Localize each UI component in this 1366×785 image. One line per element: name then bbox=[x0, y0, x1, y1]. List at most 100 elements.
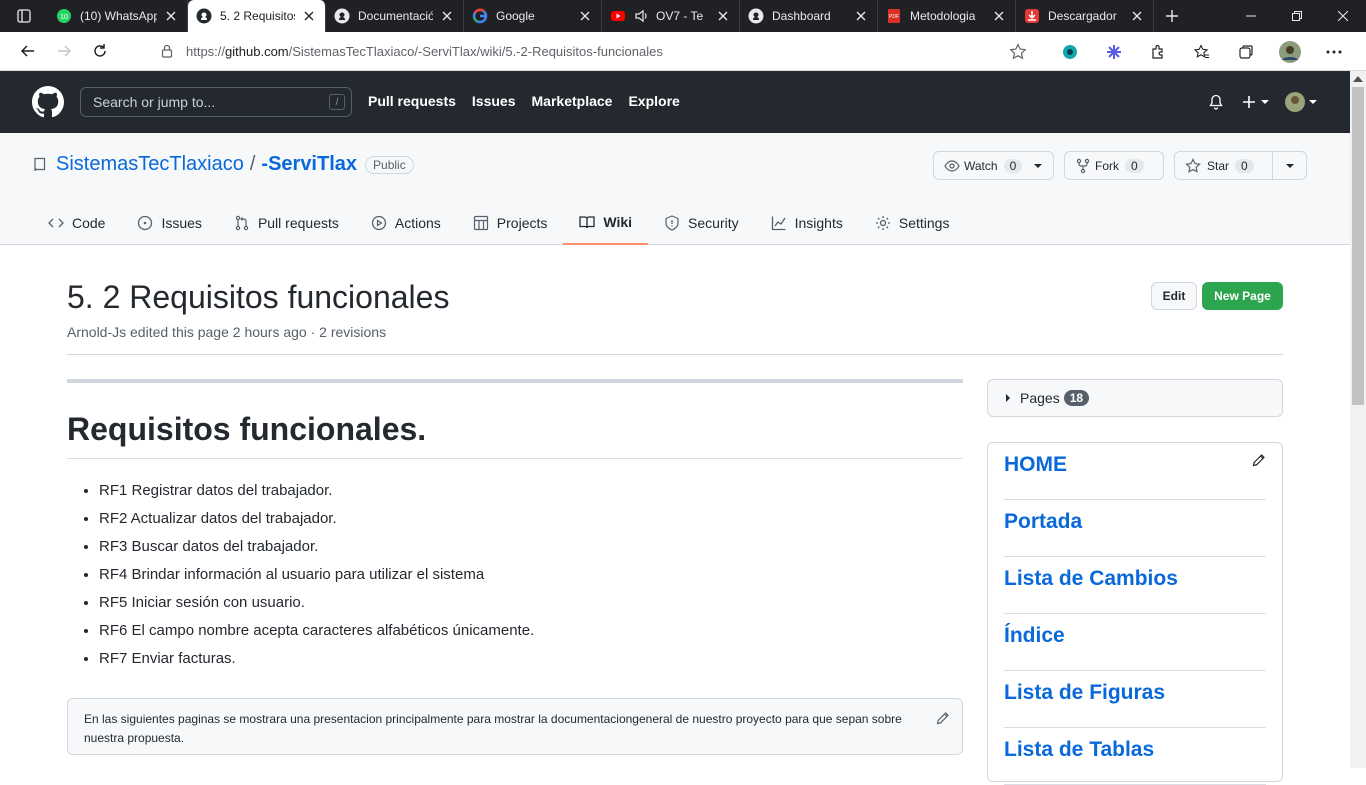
star-icon bbox=[1185, 157, 1201, 173]
nav-marketplace[interactable]: Marketplace bbox=[532, 93, 613, 109]
browser-tab[interactable]: PDF Metodologia bbox=[878, 0, 1016, 32]
github-logo-icon[interactable] bbox=[32, 86, 64, 118]
new-page-button[interactable]: New Page bbox=[1202, 282, 1283, 310]
svg-text:10: 10 bbox=[60, 14, 68, 21]
repo-name-link[interactable]: -ServiTlax bbox=[261, 153, 357, 176]
list-item: RF2 Actualizar datos del trabajador. bbox=[99, 505, 963, 533]
sidebar-link-lista-de-cambios[interactable]: Lista de Cambios bbox=[1004, 557, 1266, 614]
close-tab-icon[interactable] bbox=[301, 8, 317, 24]
github-icon bbox=[196, 8, 212, 24]
sidebar-link-lista-de-figuras[interactable]: Lista de Figuras bbox=[1004, 671, 1266, 728]
extension-flower-icon[interactable] bbox=[1096, 34, 1132, 70]
nav-pull-requests[interactable]: Pull requests bbox=[368, 93, 456, 109]
caret-down-icon bbox=[1034, 163, 1043, 168]
browser-menu-icon[interactable] bbox=[1316, 34, 1352, 70]
tab-settings[interactable]: Settings bbox=[859, 201, 966, 245]
reload-button[interactable] bbox=[82, 33, 118, 69]
tab-pull-requests[interactable]: Pull requests bbox=[218, 201, 355, 245]
address-bar[interactable]: https://github.com/SistemasTecTlaxiaco/-… bbox=[145, 36, 1036, 66]
tab-wiki[interactable]: Wiki bbox=[563, 201, 649, 245]
github-icon bbox=[334, 8, 350, 24]
browser-tab[interactable]: 10 (10) WhatsApp bbox=[48, 0, 188, 32]
star-button[interactable]: Star 0 bbox=[1174, 151, 1307, 180]
page-meta[interactable]: Arnold-Js edited this page 2 hours ago ·… bbox=[67, 324, 1283, 340]
close-tab-icon[interactable] bbox=[163, 8, 179, 24]
profile-avatar-icon[interactable] bbox=[1272, 34, 1308, 70]
close-tab-icon[interactable] bbox=[991, 8, 1007, 24]
create-new-dropdown[interactable] bbox=[1241, 94, 1269, 110]
watch-button[interactable]: Watch 0 bbox=[933, 151, 1054, 180]
pages-toggle[interactable]: Pages 18 bbox=[987, 379, 1283, 417]
browser-tab[interactable]: Google bbox=[464, 0, 602, 32]
page-scrollbar[interactable] bbox=[1350, 71, 1366, 768]
code-icon bbox=[48, 218, 64, 228]
tab-projects[interactable]: Projects bbox=[457, 201, 564, 245]
pages-label: Pages bbox=[1020, 390, 1060, 406]
caret-down-icon bbox=[1285, 163, 1294, 168]
collections-icon[interactable] bbox=[1228, 34, 1264, 70]
sidebar-link-portada[interactable]: Portada bbox=[1004, 500, 1266, 557]
edit-footer-pencil-icon[interactable] bbox=[936, 711, 950, 725]
speaker-icon[interactable] bbox=[634, 8, 650, 24]
github-header: Search or jump to... / Pull requests Iss… bbox=[0, 71, 1350, 133]
close-window-button[interactable] bbox=[1320, 0, 1366, 32]
pull-request-icon bbox=[235, 215, 249, 231]
sidebar-link--ndice[interactable]: Índice bbox=[1004, 614, 1266, 671]
tab-label: Issues bbox=[161, 215, 202, 231]
tab-security[interactable]: Security bbox=[648, 201, 755, 245]
tab-title: Google bbox=[496, 9, 535, 23]
tab-actions[interactable]: Actions bbox=[355, 201, 457, 245]
notifications-bell-icon[interactable] bbox=[1208, 94, 1224, 110]
minimize-button[interactable] bbox=[1228, 0, 1274, 32]
close-tab-icon[interactable] bbox=[853, 8, 869, 24]
close-tab-icon[interactable] bbox=[439, 8, 455, 24]
close-tab-icon[interactable] bbox=[1129, 8, 1145, 24]
new-tab-button[interactable] bbox=[1154, 0, 1190, 32]
edit-button[interactable]: Edit bbox=[1151, 282, 1197, 310]
tab-title: OV7 - Te bbox=[656, 9, 704, 23]
restore-button[interactable] bbox=[1274, 0, 1320, 32]
avatar bbox=[1285, 92, 1305, 112]
close-tab-icon[interactable] bbox=[577, 8, 593, 24]
browser-tab[interactable]: Documentación bbox=[326, 0, 464, 32]
browser-tab-strip: 10 (10) WhatsApp 5. 2 Requisitos funcional… bbox=[0, 0, 1366, 32]
nav-issues[interactable]: Issues bbox=[472, 93, 516, 109]
browser-tab[interactable]: OV7 - Te bbox=[602, 0, 740, 32]
user-menu[interactable] bbox=[1285, 92, 1317, 112]
back-button[interactable] bbox=[10, 33, 46, 69]
shield-icon bbox=[665, 215, 679, 231]
pages-count: 18 bbox=[1063, 390, 1090, 406]
browser-toolbar: https://github.com/SistemasTecTlaxiaco/-… bbox=[0, 32, 1366, 71]
caret-down-icon bbox=[1261, 100, 1269, 104]
nav-explore[interactable]: Explore bbox=[628, 93, 679, 109]
sidebar-link-home[interactable]: HOME bbox=[1004, 443, 1266, 500]
add-favorite-icon[interactable] bbox=[1009, 43, 1027, 61]
repo-owner-link[interactable]: SistemasTecTlaxiaco bbox=[56, 153, 244, 176]
star-count: 0 bbox=[1235, 158, 1254, 173]
close-tab-icon[interactable] bbox=[715, 8, 731, 24]
tab-insights[interactable]: Insights bbox=[755, 201, 859, 245]
tab-title: (10) WhatsApp bbox=[80, 9, 157, 23]
tab-actions-button[interactable] bbox=[0, 0, 48, 32]
extension-teal-icon[interactable] bbox=[1052, 34, 1088, 70]
tab-code[interactable]: Code bbox=[32, 201, 121, 245]
scrollbar-thumb[interactable] bbox=[1352, 87, 1364, 405]
edit-sidebar-pencil-icon[interactable] bbox=[1252, 453, 1266, 467]
watch-count: 0 bbox=[1003, 158, 1023, 173]
browser-tab[interactable]: 5. 2 Requisitos funcionales bbox=[188, 0, 326, 32]
fork-icon bbox=[1076, 158, 1090, 173]
tab-title: Descargador bbox=[1048, 9, 1117, 23]
favorites-icon[interactable] bbox=[1184, 34, 1220, 70]
search-placeholder: Search or jump to... bbox=[93, 94, 216, 110]
tab-label: Wiki bbox=[603, 214, 633, 230]
forward-button[interactable] bbox=[46, 33, 82, 69]
sidebar-link-lista-de-tablas[interactable]: Lista de Tablas bbox=[1004, 728, 1266, 785]
fork-button[interactable]: Fork 0 bbox=[1064, 151, 1164, 180]
browser-tab[interactable]: Dashboard bbox=[740, 0, 878, 32]
extensions-puzzle-icon[interactable] bbox=[1140, 34, 1176, 70]
browser-tab[interactable]: Descargador bbox=[1016, 0, 1154, 32]
github-search-input[interactable]: Search or jump to... / bbox=[80, 87, 352, 117]
tab-label: Projects bbox=[496, 215, 548, 231]
star-list-dropdown[interactable] bbox=[1272, 152, 1306, 179]
tab-issues[interactable]: Issues bbox=[121, 201, 217, 245]
